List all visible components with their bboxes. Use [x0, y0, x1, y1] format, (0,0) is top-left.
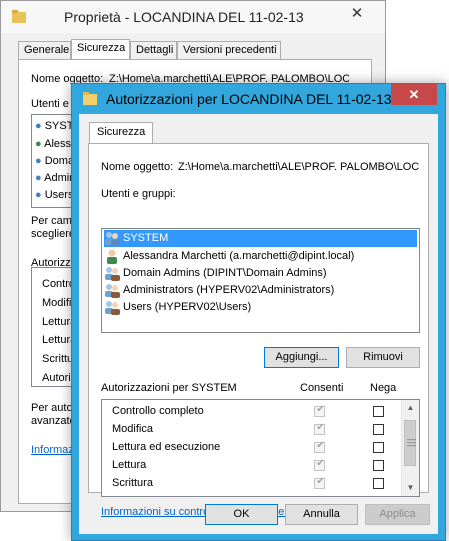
bg-change-text: Per cambiare le autorizzazioni, fare cli… [31, 215, 73, 227]
folder-icon [12, 10, 26, 23]
tab-sicurezza[interactable]: Sicurezza [89, 122, 154, 144]
permission-name: Modifica [112, 423, 153, 435]
permissions-for-label: Autorizzazioni per SYSTEM [101, 382, 237, 394]
dialog-close-button[interactable]: ✕ [391, 84, 437, 105]
bg-info-link[interactable]: Informazioni su controllo di accesso e a… [31, 444, 73, 456]
allow-checkbox[interactable]: ✔ [314, 404, 325, 417]
table-row: Scrittura ✔ [102, 475, 402, 493]
list-item[interactable]: Users (HYPERV02\Users) [104, 299, 417, 316]
allow-checkbox[interactable]: ✔ [314, 440, 325, 453]
close-icon: ✕ [408, 87, 420, 102]
table-row: Lettura ed esecuzione ✔ [102, 439, 402, 457]
allow-checkbox[interactable] [314, 496, 325, 497]
permission-name: Controllo completo [112, 405, 204, 417]
scrollbar-thumb[interactable]: — — — [404, 420, 416, 466]
object-name-value: Z:\Home\a.marchetti\ALE\PROF. PALOMBO\LO… [178, 161, 420, 173]
permissions-list: Controllo completo ✔ Modifica ✔ Lettura … [101, 399, 420, 497]
add-button[interactable]: Aggiungi... [264, 347, 339, 368]
deny-checkbox[interactable] [373, 460, 384, 471]
table-row: Controllo completo ✔ [102, 403, 402, 421]
properties-titlebar[interactable]: Proprietà - LOCANDINA DEL 11-02-13 ✕ [1, 1, 385, 33]
users-label: Utenti e gruppi: [101, 188, 176, 200]
deny-checkbox[interactable] [373, 424, 384, 435]
chevron-up-icon[interactable]: ▲ [402, 400, 419, 416]
users-list[interactable]: SYSTEM Alessandra Marchetti (a.marchetti… [101, 228, 420, 333]
remove-button[interactable]: Rimuovi [346, 347, 420, 368]
permissions-scrollbar[interactable]: ▲ — — — ▼ [401, 400, 419, 496]
permission-name: Lettura [112, 459, 147, 471]
group-icon [105, 301, 120, 315]
deny-column-header: Nega [370, 382, 397, 394]
grip-icon: — — — [407, 434, 416, 450]
table-row [102, 493, 402, 497]
tab-dettagli[interactable]: Dettagli [130, 41, 177, 59]
cancel-button[interactable]: Annulla [285, 504, 358, 525]
group-icon [105, 232, 120, 246]
bg-advanced-text: Per autorizzazioni speciali o impostazio… [31, 402, 73, 414]
permissions-dialog: Autorizzazioni per LOCANDINA DEL 11-02-1… [71, 83, 446, 541]
list-item[interactable]: SYSTEM [104, 230, 417, 247]
table-row: Lettura ✔ [102, 457, 402, 475]
object-name-label: Nome oggetto: [101, 161, 174, 173]
chevron-down-icon[interactable]: ▼ [402, 480, 419, 496]
tab-versioni-precedenti[interactable]: Versioni precedenti [177, 41, 281, 59]
permission-name: Scrittura [112, 477, 153, 489]
group-icon [105, 284, 120, 298]
user-name: SYSTEM [123, 232, 169, 244]
group-icon [105, 267, 120, 281]
tab-generale[interactable]: Generale [18, 41, 71, 59]
properties-close-button[interactable]: ✕ [341, 3, 373, 25]
properties-title: Proprietà - LOCANDINA DEL 11-02-13 [64, 9, 304, 25]
permission-name: Lettura ed esecuzione [112, 441, 221, 453]
allow-column-header: Consenti [300, 382, 344, 394]
security-panel: Nome oggetto: Z:\Home\a.marchetti\ALE\PR… [88, 143, 429, 518]
bg-user-label: Users [44, 189, 74, 201]
list-item[interactable]: Domain Admins (DIPINT\Domain Admins) [104, 265, 417, 282]
table-row: Modifica ✔ [102, 421, 402, 439]
allow-checkbox[interactable]: ✔ [314, 476, 325, 489]
ok-button[interactable]: OK [205, 504, 278, 525]
tab-sicurezza[interactable]: Sicurezza [71, 39, 130, 60]
dialog-body: Sicurezza Nome oggetto: Z:\Home\a.marche… [79, 114, 438, 534]
user-name: Users (HYPERV02\Users) [123, 301, 252, 313]
dialog-title: Autorizzazioni per LOCANDINA DEL 11-02-1… [106, 91, 392, 107]
deny-checkbox[interactable] [373, 442, 384, 453]
deny-checkbox[interactable] [373, 496, 384, 497]
bg-change-text-2: scegliere [31, 228, 73, 240]
bg-advanced-text-2: avanzate [31, 415, 73, 427]
allow-checkbox[interactable]: ✔ [314, 458, 325, 471]
deny-checkbox[interactable] [373, 478, 384, 489]
user-icon [107, 249, 117, 264]
deny-checkbox[interactable] [373, 406, 384, 417]
folder-icon [83, 92, 97, 105]
user-name: Domain Admins (DIPINT\Domain Admins) [123, 267, 327, 279]
allow-checkbox[interactable]: ✔ [314, 422, 325, 435]
user-name: Administrators (HYPERV02\Administrators) [123, 284, 335, 296]
list-item[interactable]: Alessandra Marchetti (a.marchetti@dipint… [104, 248, 417, 265]
apply-button[interactable]: Applica [365, 504, 430, 525]
list-item[interactable]: Administrators (HYPERV02\Administrators) [104, 282, 417, 299]
user-name: Alessandra Marchetti (a.marchetti@dipint… [123, 250, 355, 262]
